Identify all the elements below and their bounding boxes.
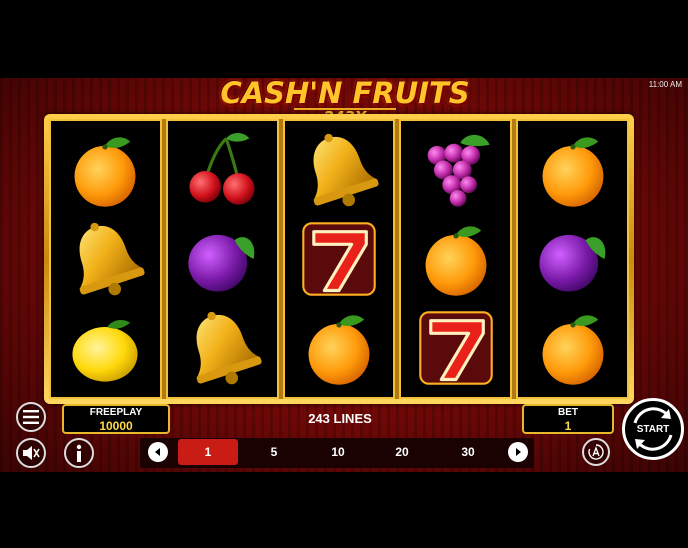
line-option-30[interactable]: 30 [438, 439, 498, 465]
bell-icon [55, 215, 155, 303]
freeplay-value: 10000 [99, 419, 133, 433]
plum-icon [523, 215, 623, 303]
orange-icon [289, 304, 389, 392]
orange-icon [406, 215, 506, 303]
slot-game: 11:00 AM CASH'N FRUITS 243X FREEPLAY 100… [0, 78, 688, 472]
seven-icon [406, 304, 506, 392]
cherries-icon [172, 126, 272, 214]
freeplay-box: FREEPLAY 10000 [62, 404, 170, 434]
seven-icon [289, 215, 389, 303]
start-button[interactable]: START [622, 398, 684, 460]
reels [49, 119, 629, 399]
arrow-right-icon [516, 448, 521, 456]
orange-icon [55, 126, 155, 214]
line-option-5[interactable]: 5 [244, 439, 304, 465]
line-selector-row: 1 5 10 20 30 [0, 438, 688, 468]
reel-5 [516, 119, 629, 399]
bet-box[interactable]: BET 1 [522, 404, 614, 434]
autoplay-icon [588, 444, 604, 460]
grapes-icon [406, 126, 506, 214]
reel-3 [282, 119, 396, 399]
lemon-icon [55, 304, 155, 392]
reel-1 [49, 119, 162, 399]
reel-frame [44, 114, 634, 404]
logo-title: CASH'N FRUITS [220, 78, 470, 110]
reel-4 [399, 119, 513, 399]
start-label: START [636, 423, 670, 435]
sound-off-icon [23, 446, 40, 460]
info-button[interactable] [64, 438, 94, 468]
arrow-left-icon [155, 448, 160, 456]
bell-icon [172, 304, 272, 392]
info-bar: FREEPLAY 10000 243 LINES BET 1 [0, 402, 688, 436]
line-option-1[interactable]: 1 [178, 439, 238, 465]
bet-value: 1 [564, 419, 572, 433]
orange-icon [523, 126, 623, 214]
bet-label: BET [558, 407, 578, 418]
info-icon [76, 444, 82, 462]
line-option-20[interactable]: 20 [372, 439, 432, 465]
clock: 11:00 AM [648, 80, 682, 89]
sound-button[interactable] [16, 438, 46, 468]
freeplay-label: FREEPLAY [89, 407, 143, 418]
line-selector: 1 5 10 20 30 [140, 438, 534, 468]
plum-icon [172, 215, 272, 303]
prev-lines-button[interactable] [148, 442, 168, 462]
orange-icon [523, 304, 623, 392]
menu-icon [23, 410, 39, 424]
next-lines-button[interactable] [508, 442, 528, 462]
menu-button[interactable] [16, 402, 46, 432]
bell-icon [289, 126, 389, 214]
lines-text: 243 LINES [308, 411, 372, 426]
line-option-10[interactable]: 10 [308, 439, 368, 465]
reel-2 [165, 119, 279, 399]
autoplay-button[interactable] [582, 438, 610, 466]
